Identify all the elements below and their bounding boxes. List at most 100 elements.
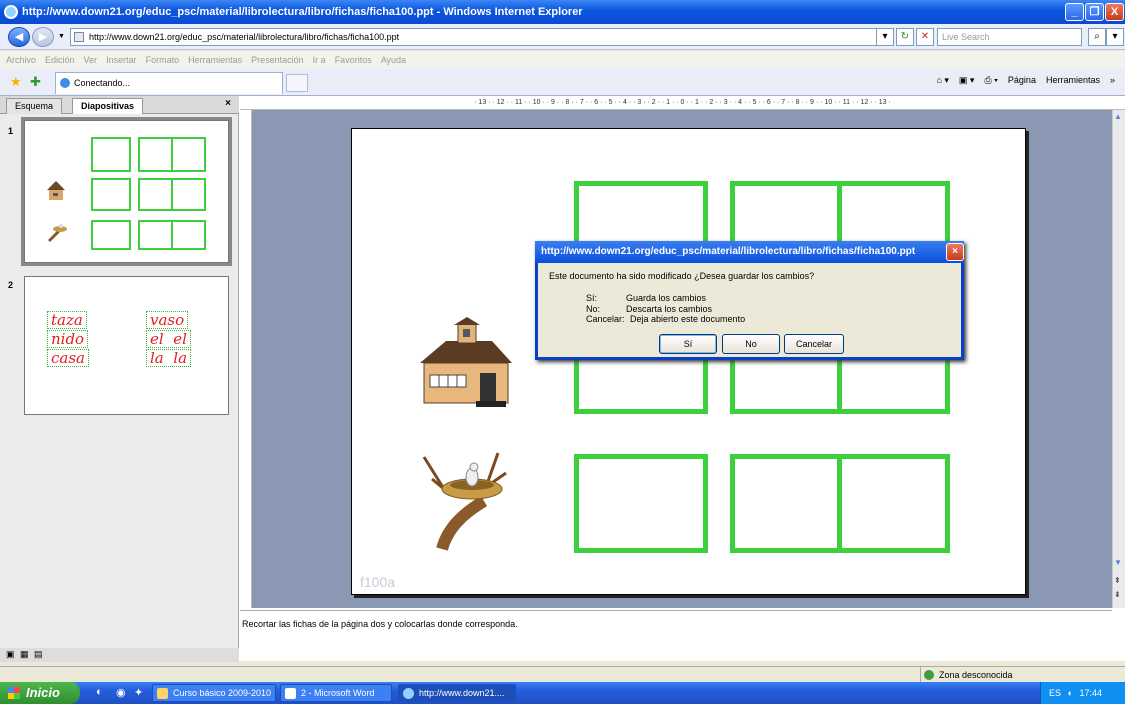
yes-button[interactable]: Sí (659, 334, 717, 354)
slide-number: 1 (8, 126, 14, 136)
horizontal-ruler: · 13 · · 12 · · 11 · · 10 · · 9 · · 8 · … (240, 96, 1125, 110)
notes-text: Recortar las fichas de la página dos y c… (242, 619, 518, 629)
menu-goto[interactable]: Ir a (313, 55, 326, 65)
card-box (574, 454, 708, 553)
search-input[interactable]: Live Search (937, 28, 1082, 46)
notes-pane[interactable]: Recortar las fichas de la página dos y c… (240, 610, 1112, 661)
scroll-down-icon[interactable]: ▼ (1114, 558, 1122, 567)
window-titlebar: http://www.down21.org/educ_psc/material/… (0, 0, 1125, 24)
tools-menu[interactable]: Herramientas (1046, 75, 1100, 86)
taskbar-item-folder[interactable]: Curso básico 2009-2010 (152, 684, 276, 702)
browser-tab[interactable]: Conectando... (55, 72, 283, 94)
window-title: http://www.down21.org/educ_psc/material/… (22, 6, 583, 18)
ie-icon (403, 688, 414, 699)
maximize-button[interactable]: ❐ (1085, 3, 1104, 21)
system-tray: ES ◐ 17:44 (1040, 682, 1125, 704)
cancel-button[interactable]: Cancelar (784, 334, 844, 354)
security-zone: Zona desconocida (920, 667, 1050, 683)
menu-edit[interactable]: Edición (45, 55, 75, 65)
house-thumb-icon (47, 181, 65, 200)
page-favicon-icon (74, 32, 84, 42)
vertical-scrollbar[interactable]: ▲ ▼ ⇞ ⇟ (1112, 110, 1125, 608)
language-indicator[interactable]: ES (1049, 688, 1061, 698)
word-card: el el (146, 330, 191, 348)
slide-number: 2 (8, 280, 14, 290)
status-bar: Zona desconocida (0, 666, 1125, 683)
stop-icon[interactable]: ✕ (916, 28, 934, 46)
slide-thumbnail-1[interactable] (21, 117, 232, 266)
menu-help[interactable]: Ayuda (381, 55, 406, 65)
quicklaunch-media-icon[interactable]: ◉ (116, 686, 126, 699)
search-options-icon[interactable]: ▾ (1106, 28, 1124, 46)
history-dropdown-icon[interactable]: ▼ (58, 33, 65, 40)
address-bar: ◀ ▶ ▼ http://www.down21.org/educ_psc/mat… (0, 24, 1125, 50)
menu-bar: Archivo Edición Ver Insertar Formato Her… (0, 51, 1125, 69)
tab-bar: ★ ✚ Conectando... ⌂ ▾ ▣ ▾ ⎙ ▾ Página Her… (0, 69, 1125, 96)
home-icon[interactable]: ⌂ ▾ (936, 75, 948, 86)
taskbar-item-ie[interactable]: http://www.down21.... (398, 684, 516, 702)
menu-insert[interactable]: Insertar (106, 55, 137, 65)
word-card: nido (47, 330, 89, 348)
refresh-icon[interactable]: ↻ (896, 28, 914, 46)
nest-thumb-icon (47, 224, 67, 243)
feeds-icon[interactable]: ▣ ▾ (959, 75, 975, 86)
schoolhouse-icon (420, 317, 512, 407)
option-desc: Guarda los cambios (626, 293, 707, 303)
sorter-view-icon[interactable]: ▦ (20, 649, 29, 660)
command-bar: ⌂ ▾ ▣ ▾ ⎙ ▾ Página Herramientas » (936, 75, 1115, 86)
close-pane-icon[interactable]: × (225, 98, 231, 109)
close-button[interactable]: X (1105, 3, 1124, 21)
dialog-title: http://www.down21.org/educ_psc/material/… (535, 241, 964, 263)
folder-icon (157, 688, 168, 699)
option-key: No: (586, 304, 601, 314)
menu-view[interactable]: Ver (84, 55, 98, 65)
clock: 17:44 (1079, 688, 1103, 698)
prev-slide-icon[interactable]: ⇞ (1114, 576, 1121, 585)
bird-nest-icon (422, 452, 507, 551)
option-key: Sí: (586, 293, 598, 303)
new-tab-button[interactable] (286, 74, 308, 92)
menu-file[interactable]: Archivo (6, 55, 36, 65)
slides-pane: Esquema Diapositivas × 1 2 taza nido cas… (0, 96, 239, 661)
back-button[interactable]: ◀ (8, 27, 30, 47)
scroll-up-icon[interactable]: ▲ (1114, 112, 1122, 121)
menu-tools[interactable]: Herramientas (188, 55, 242, 65)
chevron-more-icon[interactable]: » (1110, 75, 1115, 86)
search-icon[interactable]: ⌕ (1088, 28, 1106, 46)
minimize-button[interactable]: _ (1065, 3, 1084, 21)
tab-outline[interactable]: Esquema (6, 98, 63, 114)
url-dropdown-icon[interactable]: ▾ (876, 28, 894, 46)
add-favorite-icon[interactable]: ✚ (30, 74, 41, 90)
forward-button[interactable]: ▶ (32, 27, 54, 47)
next-slide-icon[interactable]: ⇟ (1114, 590, 1121, 599)
menu-favorites[interactable]: Favoritos (335, 55, 372, 65)
word-card: la la (146, 349, 192, 367)
page-menu[interactable]: Página (1008, 75, 1036, 86)
slide-label: f100a (360, 574, 396, 590)
word-icon (285, 688, 296, 699)
dialog-close-icon[interactable]: × (946, 243, 964, 261)
task-label: http://www.down21.... (419, 688, 505, 698)
url-input[interactable]: http://www.down21.org/educ_psc/material/… (70, 28, 890, 46)
tab-slides[interactable]: Diapositivas (72, 98, 144, 114)
normal-view-icon[interactable]: ▣ (6, 649, 15, 660)
thumb-box (91, 220, 131, 250)
task-label: 2 - Microsoft Word (301, 688, 375, 698)
network-icon[interactable]: ◐ (1068, 688, 1073, 698)
option-key: Cancelar: (586, 314, 625, 324)
start-button[interactable]: Inicio (0, 682, 80, 704)
dialog-message: Este documento ha sido modificado ¿Desea… (549, 271, 815, 281)
quicklaunch-ie-icon[interactable]: ◐ (96, 686, 103, 698)
quicklaunch-desktop-icon[interactable]: ✦ (134, 686, 143, 699)
view-buttons: ▣ ▦ ▤ (0, 648, 239, 662)
slideshow-view-icon[interactable]: ▤ (34, 649, 43, 660)
slide-thumbnail-2[interactable]: taza nido casa vaso el el la la (24, 276, 229, 415)
print-icon[interactable]: ⎙ ▾ (984, 75, 997, 86)
favorites-star-icon[interactable]: ★ (10, 74, 22, 90)
menu-presentation[interactable]: Presentación (251, 55, 304, 65)
menu-format[interactable]: Formato (146, 55, 180, 65)
no-button[interactable]: No (722, 334, 780, 354)
pane-tabs: Esquema Diapositivas × (0, 96, 239, 114)
word-card: taza (47, 311, 87, 329)
taskbar-item-word[interactable]: 2 - Microsoft Word (280, 684, 392, 702)
